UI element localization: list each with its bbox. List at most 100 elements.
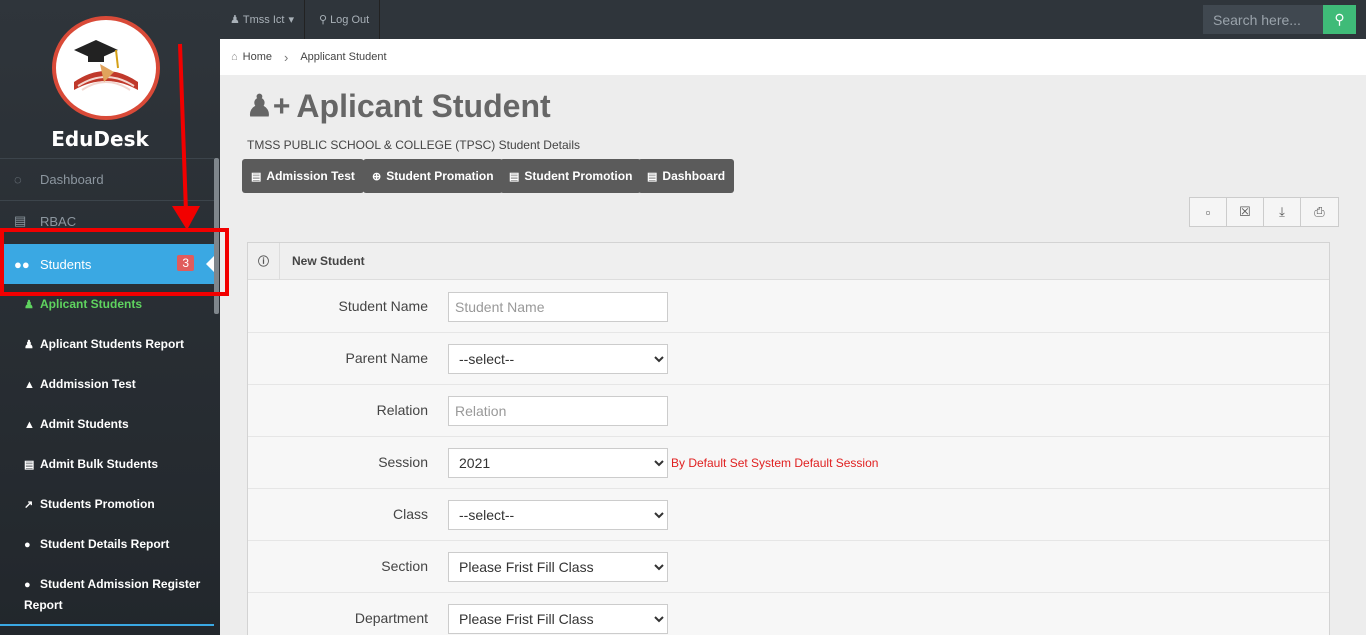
circle-icon: ● [24, 579, 31, 591]
logout-link[interactable]: ⚲ Log Out [309, 0, 381, 39]
department-select[interactable]: Please Frist Fill Class [448, 604, 668, 634]
button-label: Student Promotion [524, 169, 633, 183]
sidebar-subitem-admit-bulk-students[interactable]: ▤ Admit Bulk Students [24, 454, 204, 475]
sidebar-item-rbac[interactable]: ▤ RBAC [0, 201, 214, 241]
user-menu[interactable]: ♟ Tmss Ict ▾ [220, 0, 305, 39]
field-label: Relation [376, 402, 428, 418]
class-select[interactable]: --select-- [448, 500, 668, 530]
panel-header: ⓘ New Student [248, 242, 1329, 280]
graduation-cap-book-icon [74, 40, 138, 91]
page-title-text: Aplicant Student [296, 88, 551, 124]
sidebar-subitem-aplicant-students-report[interactable]: ♟ Aplicant Students Report [24, 334, 204, 355]
list-icon: ▤ [14, 213, 27, 228]
subitem-label: Aplicant Students Report [40, 337, 185, 351]
search-icon: ⚲ [1334, 11, 1345, 27]
excel-icon[interactable]: ☒ [1227, 198, 1264, 226]
dashboard-button[interactable]: ▤ Dashboard [638, 159, 735, 193]
form-row-parent-name: Parent Name --select-- [248, 333, 1329, 385]
subitem-label: Students Promotion [40, 497, 155, 511]
logout-label: Log Out [330, 13, 370, 26]
student-name-input[interactable] [448, 292, 668, 322]
print-icon[interactable]: ⎙ [1301, 198, 1338, 226]
export-toolbar: ▫ ☒ ⤓ ⎙ [1189, 197, 1339, 227]
sidebar-subitem-admit-students[interactable]: ▲ Admit Students [24, 414, 204, 435]
user-icon: ♟ [230, 14, 240, 26]
subitem-label: Student Details Report [40, 537, 170, 551]
download-icon[interactable]: ⤓ [1264, 198, 1301, 226]
field-label: Department [354, 610, 428, 626]
sidebar-subitem-aplicant-students[interactable]: ♟ Aplicant Students [24, 294, 204, 315]
top-navbar: ♟ Tmss Ict ▾ ⚲ Log Out ⚲ [220, 0, 1366, 39]
pdf-icon[interactable]: ▫ [1190, 198, 1227, 226]
button-label: Dashboard [662, 169, 726, 183]
user-plus-icon: ♟ [24, 339, 34, 351]
chevron-right-icon: › [284, 49, 289, 65]
button-label: Student Promation [386, 169, 494, 183]
caret-down-icon: ▾ [288, 14, 294, 26]
button-label: Admission Test [266, 169, 355, 183]
form-row-relation: Relation [248, 385, 1329, 437]
form-row-student-name: Student Name [248, 281, 1329, 333]
graduation-cap-icon: ▲ [24, 419, 35, 431]
dashboard-icon: ◌ [14, 171, 22, 187]
sidebar-subitem-student-admission-register-report[interactable]: ● Student Admission Register Report [24, 574, 204, 615]
session-help-text: By Default Set System Default Session [671, 456, 879, 470]
sidebar-subitem-students-promotion[interactable]: ↗ Students Promotion [24, 494, 204, 515]
line-chart-icon: ↗ [24, 499, 34, 511]
student-promotion-button[interactable]: ▤ Student Promotion [500, 159, 642, 193]
sidebar-item-label: Dashboard [40, 171, 104, 187]
graduation-cap-icon: ▲ [24, 379, 35, 391]
new-student-panel: ⓘ New Student Student Name Parent Name -… [247, 242, 1330, 635]
list-icon: ▤ [251, 170, 262, 183]
active-caret [206, 256, 214, 272]
form-row-class: Class --select-- [248, 489, 1329, 541]
field-label: Session [378, 454, 428, 470]
search-button[interactable]: ⚲ [1323, 5, 1356, 34]
form-row-department: Department Please Frist Fill Class [248, 593, 1329, 635]
sidebar-item-label: RBAC [40, 213, 77, 229]
subitem-label: Admit Bulk Students [40, 457, 159, 471]
plus-circle-icon: ⊕ [372, 170, 382, 183]
subitem-label: Admit Students [40, 417, 129, 431]
user-plus-icon: ♟ [24, 299, 34, 311]
sidebar-item-students[interactable]: ●● Students 3 [0, 244, 214, 284]
list-icon: ▤ [647, 170, 658, 183]
search-input[interactable] [1203, 5, 1323, 34]
subitem-label: Addmission Test [40, 377, 136, 391]
list-icon: ▤ [509, 170, 520, 183]
form-row-session: Session 2021 By Default Set System Defau… [248, 437, 1329, 489]
admission-test-button[interactable]: ▤ Admission Test [242, 159, 364, 193]
breadcrumb-current: Applicant Student [300, 51, 387, 63]
students-count-badge: 3 [177, 255, 194, 271]
relation-input[interactable] [448, 396, 668, 426]
key-icon: ⚲ [319, 14, 328, 26]
sidebar-divider [0, 624, 214, 626]
parent-name-select[interactable]: --select-- [448, 344, 668, 374]
field-label: Parent Name [345, 350, 428, 366]
field-label: Student Name [338, 298, 429, 314]
section-select[interactable]: Please Frist Fill Class [448, 552, 668, 582]
student-promation-button[interactable]: ⊕ Student Promation [363, 159, 503, 193]
panel-title: New Student [292, 254, 365, 268]
circle-icon: ● [24, 539, 31, 551]
form-row-section: Section Please Frist Fill Class [248, 541, 1329, 593]
sidebar-item-dashboard[interactable]: ◌ Dashboard [0, 159, 214, 199]
breadcrumb: ⌂ Home › Applicant Student [220, 39, 1366, 75]
breadcrumb-home[interactable]: Home [243, 51, 272, 63]
field-label: Section [381, 558, 428, 574]
sidebar-subitem-addmission-test[interactable]: ▲ Addmission Test [24, 374, 204, 395]
brand-name: EduDesk [51, 127, 149, 151]
session-select[interactable]: 2021 [448, 448, 668, 478]
page-subtitle: TMSS PUBLIC SCHOOL & COLLEGE (TPSC) Stud… [247, 138, 580, 152]
info-icon: ⓘ [248, 242, 280, 280]
sidebar: EduDesk ◌ Dashboard ▤ RBAC ●● Students 3… [0, 0, 220, 635]
edudesk-logo [52, 16, 160, 120]
home-icon: ⌂ [231, 51, 238, 63]
sidebar-subitem-student-details-report[interactable]: ● Student Details Report [24, 534, 204, 555]
id-card-icon: ▤ [24, 459, 35, 471]
subitem-label: Aplicant Students [40, 297, 143, 311]
page-title: ♟+ Aplicant Student [246, 88, 551, 125]
sidebar-scrollbar[interactable] [214, 158, 219, 314]
field-label: Class [392, 506, 428, 522]
user-name: Tmss Ict [242, 13, 285, 26]
